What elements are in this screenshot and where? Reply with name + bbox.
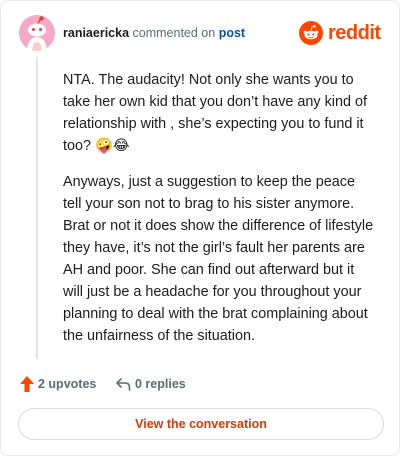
comment-byline: raniaericka commented on post <box>63 25 245 41</box>
thread-line <box>36 57 38 359</box>
comment-paragraph: Anyways, just a suggestion to keep the p… <box>63 174 374 344</box>
view-conversation-button[interactable]: View the conversation <box>18 408 384 440</box>
reddit-comment-embed-card: raniaericka commented on post reddit NTA… <box>0 0 400 456</box>
snoo-avatar-icon <box>27 16 47 51</box>
comment-actions: 2 upvotes 0 replies <box>19 374 319 394</box>
reddit-snoo-icon <box>299 21 323 45</box>
username-link[interactable]: raniaericka <box>63 26 129 40</box>
brand-wordmark: reddit <box>328 22 381 44</box>
reply-button[interactable]: 0 replies <box>115 374 215 394</box>
comment-header: raniaericka commented on post reddit <box>19 15 383 51</box>
avatar[interactable] <box>19 15 55 51</box>
comment-body: NTA. The audacity! Not only she wants yo… <box>63 69 377 361</box>
upvote-arrow-icon <box>20 376 34 392</box>
upvote-count: 2 upvotes <box>38 377 97 391</box>
reddit-logo[interactable]: reddit <box>299 21 383 45</box>
reply-count: 0 replies <box>135 377 186 391</box>
upvote-button[interactable]: 2 upvotes <box>19 374 109 394</box>
comment-paragraph: NTA. The audacity! Not only she wants yo… <box>63 72 367 154</box>
reply-arrow-icon <box>116 378 131 391</box>
byline-verb: commented on <box>132 26 216 40</box>
post-link[interactable]: post <box>219 26 245 40</box>
